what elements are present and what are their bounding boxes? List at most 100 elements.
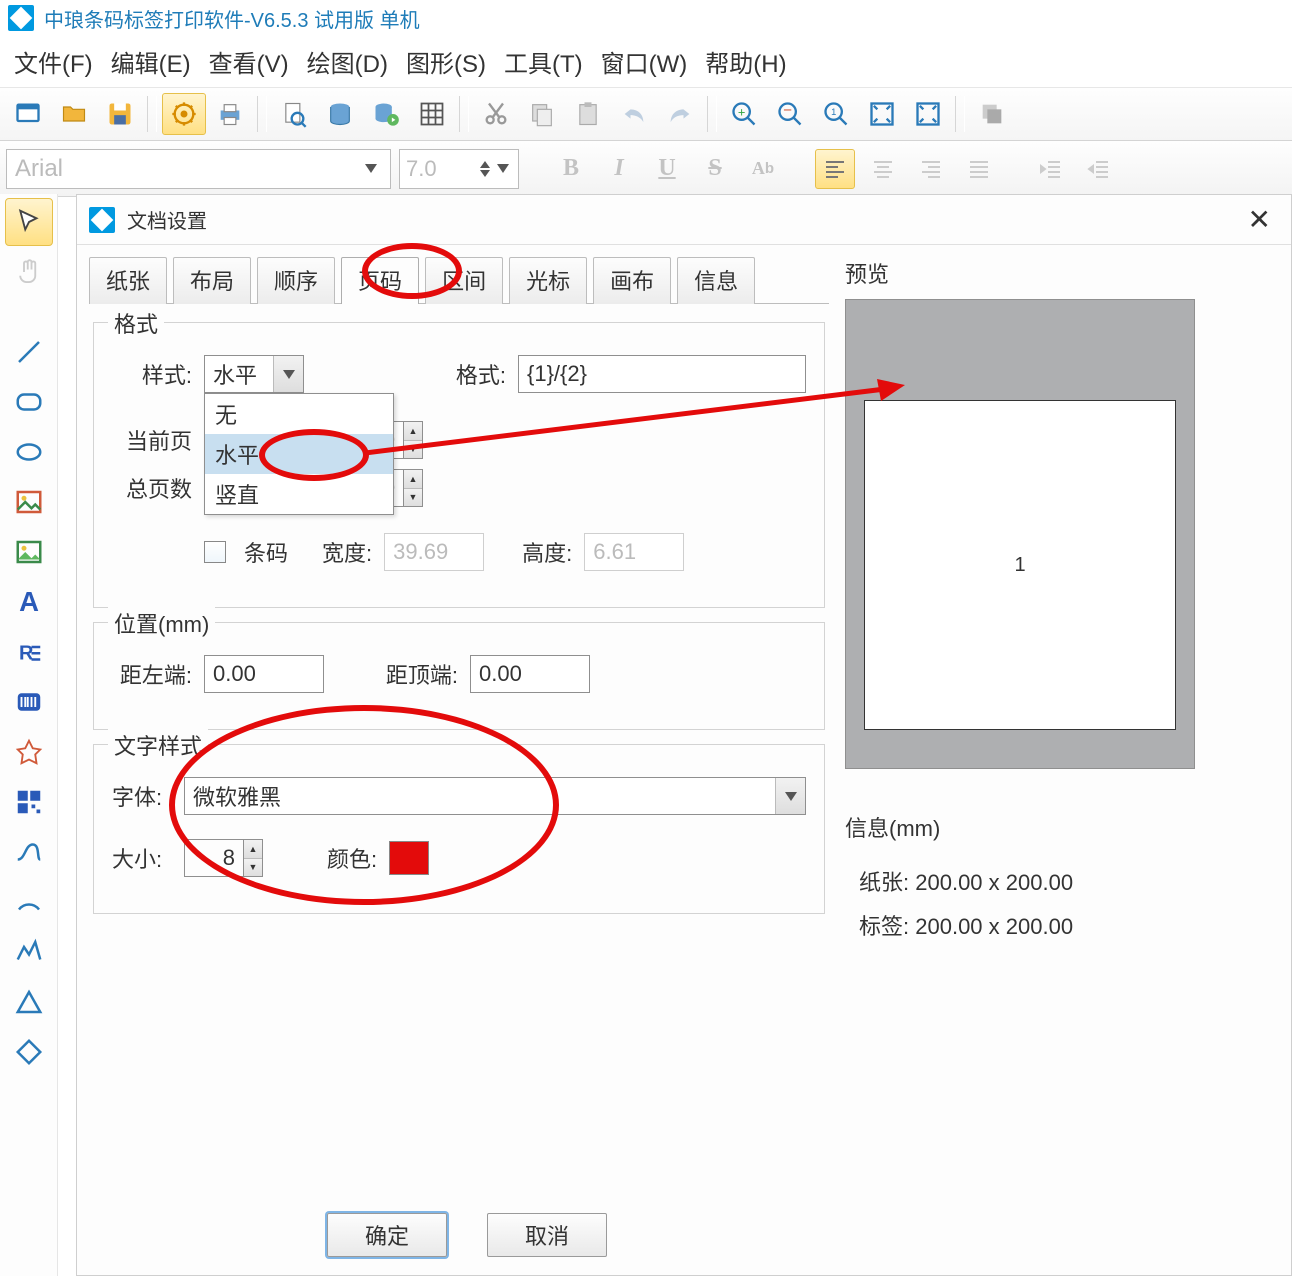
format-input[interactable]: {1}/{2} xyxy=(518,355,806,393)
spin-up-icon[interactable]: ▲ xyxy=(404,422,422,441)
menu-draw[interactable]: 绘图(D) xyxy=(307,44,388,79)
menu-edit[interactable]: 编辑(E) xyxy=(111,44,191,79)
dropdown-icon[interactable] xyxy=(775,778,805,814)
tool-line-icon[interactable] xyxy=(5,328,53,376)
tb-fit-icon[interactable] xyxy=(860,93,904,135)
tb-new-icon[interactable] xyxy=(6,93,50,135)
ok-button[interactable]: 确定 xyxy=(327,1213,447,1257)
style-option-vertical[interactable]: 竖直 xyxy=(205,474,393,514)
barcode-checkbox[interactable] xyxy=(204,541,226,563)
tool-barcode-icon[interactable] xyxy=(5,678,53,726)
style-option-horizontal[interactable]: 水平 xyxy=(205,434,393,474)
spin-down-icon[interactable]: ▼ xyxy=(404,489,422,507)
tb-layers-icon[interactable] xyxy=(970,93,1014,135)
tool-diamond-icon[interactable] xyxy=(5,1028,53,1076)
menubar[interactable]: 文件(F) 编辑(E) 查看(V) 绘图(D) 图形(S) 工具(T) 窗口(W… xyxy=(0,36,1292,87)
font-combo[interactable]: 微软雅黑 xyxy=(184,777,806,815)
tb-fitall-icon[interactable] xyxy=(906,93,950,135)
fontsize-combo[interactable]: 7.0 xyxy=(399,149,519,189)
tb-settings-icon[interactable] xyxy=(162,93,206,135)
tb-zoomin-icon[interactable]: + xyxy=(722,93,766,135)
dropdown-icon[interactable] xyxy=(494,150,512,188)
fontname-combo[interactable]: Arial xyxy=(6,149,391,189)
menu-shape[interactable]: 图形(S) xyxy=(406,44,486,79)
italic-button[interactable]: I xyxy=(599,149,639,189)
strike-button[interactable]: S xyxy=(695,149,735,189)
tb-grid-icon[interactable] xyxy=(410,93,454,135)
spin-up-icon[interactable]: ▲ xyxy=(244,840,262,859)
tb-cut-icon[interactable] xyxy=(474,93,518,135)
label-width: 宽度: xyxy=(322,536,372,568)
tool-image1-icon[interactable] xyxy=(5,478,53,526)
toolbar-format: Arial 7.0 B I U S Ab xyxy=(0,141,1292,197)
label-barcode: 条码 xyxy=(244,536,288,568)
tab-paper[interactable]: 纸张 xyxy=(89,257,167,304)
dropdown-icon[interactable] xyxy=(360,150,382,188)
tb-db1-icon[interactable] xyxy=(318,93,362,135)
tab-layout[interactable]: 布局 xyxy=(173,257,251,304)
tab-range[interactable]: 区间 xyxy=(425,257,503,304)
menu-window[interactable]: 窗口(W) xyxy=(601,44,688,79)
tb-open-icon[interactable] xyxy=(52,93,96,135)
tb-db2-icon[interactable] xyxy=(364,93,408,135)
top-input[interactable]: 0.00 xyxy=(470,655,590,693)
align-right-button[interactable] xyxy=(911,149,951,189)
app-icon xyxy=(8,5,34,31)
indent-left-button[interactable] xyxy=(1031,149,1071,189)
close-icon[interactable]: ✕ xyxy=(1240,203,1279,236)
size-spinner[interactable]: 8 ▲▼ xyxy=(184,839,263,877)
tool-polyline-icon[interactable] xyxy=(5,928,53,976)
spin-down-icon[interactable]: ▼ xyxy=(244,859,262,877)
size-value[interactable]: 8 xyxy=(184,839,244,877)
tb-save-icon[interactable] xyxy=(98,93,142,135)
menu-tool[interactable]: 工具(T) xyxy=(504,44,583,79)
align-left-button[interactable] xyxy=(815,149,855,189)
menu-help[interactable]: 帮助(H) xyxy=(705,44,786,79)
cancel-button[interactable]: 取消 xyxy=(487,1213,607,1257)
tool-roundrect-icon[interactable] xyxy=(5,378,53,426)
align-justify-button[interactable] xyxy=(959,149,999,189)
underline-button[interactable]: U xyxy=(647,149,687,189)
tool-curve-icon[interactable] xyxy=(5,828,53,876)
tool-arc-icon[interactable] xyxy=(5,878,53,926)
tool-ellipse-icon[interactable] xyxy=(5,428,53,476)
legend-textstyle: 文字样式 xyxy=(108,729,208,761)
tool-shape1-icon[interactable] xyxy=(5,728,53,776)
tool-richtext-icon[interactable]: R xyxy=(5,628,53,676)
label-curpage: 当前页 xyxy=(112,424,192,456)
script-button[interactable]: Ab xyxy=(743,149,783,189)
tab-canvas[interactable]: 画布 xyxy=(593,257,671,304)
style-combo[interactable]: 水平 xyxy=(204,355,304,393)
menu-file[interactable]: 文件(F) xyxy=(14,44,93,79)
spin-icon[interactable] xyxy=(476,150,494,188)
indent-right-button[interactable] xyxy=(1079,149,1119,189)
style-dropdown-list[interactable]: 无 水平 竖直 xyxy=(204,393,394,515)
tab-pageno[interactable]: 页码 xyxy=(341,257,419,304)
tb-undo-icon[interactable] xyxy=(612,93,656,135)
tool-qrcode-icon[interactable] xyxy=(5,778,53,826)
dropdown-icon[interactable] xyxy=(273,356,303,392)
tab-order[interactable]: 顺序 xyxy=(257,257,335,304)
bold-button[interactable]: B xyxy=(551,149,591,189)
tab-cursor[interactable]: 光标 xyxy=(509,257,587,304)
spin-down-icon[interactable]: ▼ xyxy=(404,441,422,459)
tb-redo-icon[interactable] xyxy=(658,93,702,135)
spin-up-icon[interactable]: ▲ xyxy=(404,470,422,489)
tool-hand-icon[interactable] xyxy=(5,248,53,296)
tool-image2-icon[interactable] xyxy=(5,528,53,576)
tb-zoom100-icon[interactable]: 1 xyxy=(814,93,858,135)
color-swatch[interactable] xyxy=(389,841,429,875)
tool-text-icon[interactable]: A xyxy=(5,578,53,626)
tool-pointer-icon[interactable] xyxy=(5,198,53,246)
menu-view[interactable]: 查看(V) xyxy=(209,44,289,79)
style-option-none[interactable]: 无 xyxy=(205,394,393,434)
tb-paste-icon[interactable] xyxy=(566,93,610,135)
tool-triangle-icon[interactable] xyxy=(5,978,53,1026)
align-center-button[interactable] xyxy=(863,149,903,189)
left-input[interactable]: 0.00 xyxy=(204,655,324,693)
tb-zoomout-icon[interactable]: − xyxy=(768,93,812,135)
tab-info[interactable]: 信息 xyxy=(677,257,755,304)
tb-print-icon[interactable] xyxy=(208,93,252,135)
tb-preview-icon[interactable] xyxy=(272,93,316,135)
tb-copy-icon[interactable] xyxy=(520,93,564,135)
